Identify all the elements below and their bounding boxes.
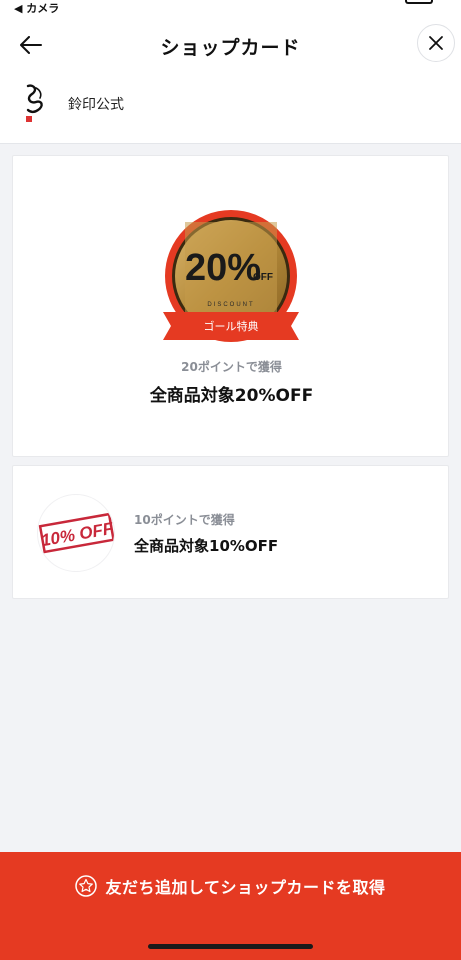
page-title: ショップカード <box>160 37 301 59</box>
close-icon <box>429 36 443 50</box>
reward-title: 全商品対象10%OFF <box>134 537 279 555</box>
reward-title: 全商品対象20%OFF <box>149 386 314 406</box>
header: ショップカード <box>0 18 461 72</box>
shop-logo <box>26 84 43 122</box>
home-indicator[interactable] <box>148 944 313 949</box>
badge-sub: DISCOUNT <box>207 302 254 308</box>
status-bar: ◀ カメラ <box>0 0 461 18</box>
discount-10-badge: 10% OFF <box>37 494 115 572</box>
add-friend-button[interactable]: 友だち追加してショップカードを取得 <box>0 852 461 960</box>
close-button[interactable] <box>417 24 455 62</box>
reward-card-goal[interactable]: 20% OFF DISCOUNT ゴール特典 20ポイントで獲得 全商品対象20… <box>12 155 449 457</box>
reward-card-10[interactable]: 10% OFF 10ポイントで獲得 全商品対象10%OFF <box>12 465 449 599</box>
ribbon-label: ゴール特典 <box>203 320 259 333</box>
badge-off: OFF <box>253 272 273 283</box>
battery-icon <box>405 0 433 4</box>
star-circle-icon <box>75 875 98 897</box>
add-friend-label: 友だち追加してショップカードを取得 <box>105 878 386 897</box>
points-label: 20ポイントで獲得 <box>181 360 282 374</box>
points-label: 10ポイントで獲得 <box>134 513 235 527</box>
status-back-link[interactable]: ◀ カメラ <box>14 0 59 16</box>
badge-percent: 20% <box>185 247 261 289</box>
shop-info: 鈴印公式 <box>0 72 461 144</box>
stamp-icon: 10% OFF <box>38 512 114 554</box>
shop-name: 鈴印公式 <box>68 97 124 113</box>
